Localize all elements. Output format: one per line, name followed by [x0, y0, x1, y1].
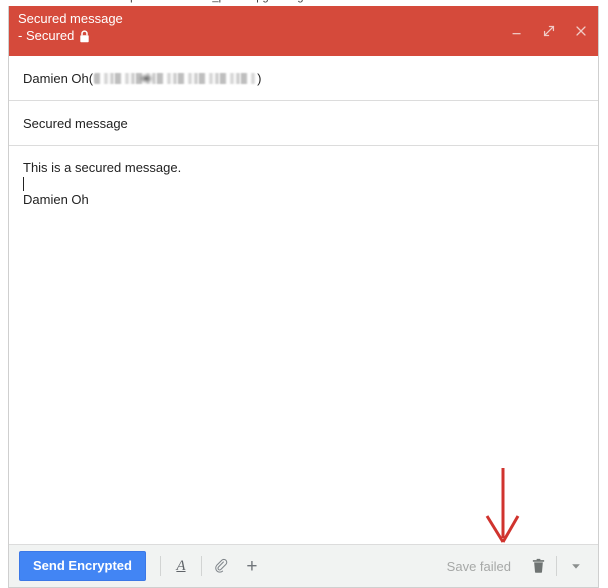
paperclip-icon[interactable] [207, 552, 237, 580]
compose-toolbar: Send Encrypted A + Save failed [9, 544, 598, 587]
toolbar-divider-1 [159, 556, 161, 576]
chevron-down-icon[interactable] [562, 552, 590, 580]
recipient-email-redacted [94, 72, 257, 84]
lock-icon [79, 30, 90, 43]
secured-label: - Secured [18, 28, 75, 43]
recipient-field[interactable]: Damien Oh ( ) [9, 56, 598, 101]
subject-field[interactable]: Secured message [9, 101, 598, 146]
address-bar-url[interactable]: mail.otosoanasoftwarepartoom.noow.in_pai… [18, 0, 307, 3]
compose-title: Secured message [18, 11, 123, 26]
recipient-name: Damien Oh [23, 70, 89, 86]
compose-security-status: - Secured [18, 27, 588, 44]
recipient-paren-open: ( [88, 70, 94, 86]
send-encrypted-button[interactable]: Send Encrypted [19, 551, 146, 581]
minimize-button[interactable] [508, 22, 526, 40]
expand-button[interactable] [540, 22, 558, 40]
window-controls [508, 22, 590, 40]
compose-window: Secured message - Secured Damien Oh () … [8, 6, 599, 588]
plus-icon[interactable]: + [237, 552, 267, 580]
trash-icon[interactable] [525, 552, 551, 580]
message-body-editor[interactable]: This is a secured message. Damien Oh [9, 146, 598, 544]
close-button[interactable] [572, 22, 590, 40]
body-line-2 [23, 176, 584, 192]
screenshot-root: mail.otosoanasoftwarepartoom.noow.in_pai… [0, 0, 608, 588]
system-clock: 7:42 am [553, 0, 594, 3]
save-status-text: Save failed [446, 558, 511, 574]
body-line-3: Damien Oh [23, 192, 89, 207]
body-line-1: This is a secured message. [23, 160, 182, 175]
text-cursor [23, 177, 24, 191]
toolbar-divider-2 [200, 556, 202, 576]
format-text-icon[interactable]: A [166, 552, 196, 580]
compose-header[interactable]: Secured message - Secured [9, 6, 598, 56]
subject-value: Secured message [23, 115, 128, 131]
toolbar-divider-3 [556, 556, 557, 576]
recipient-paren-close: ) [257, 70, 262, 86]
